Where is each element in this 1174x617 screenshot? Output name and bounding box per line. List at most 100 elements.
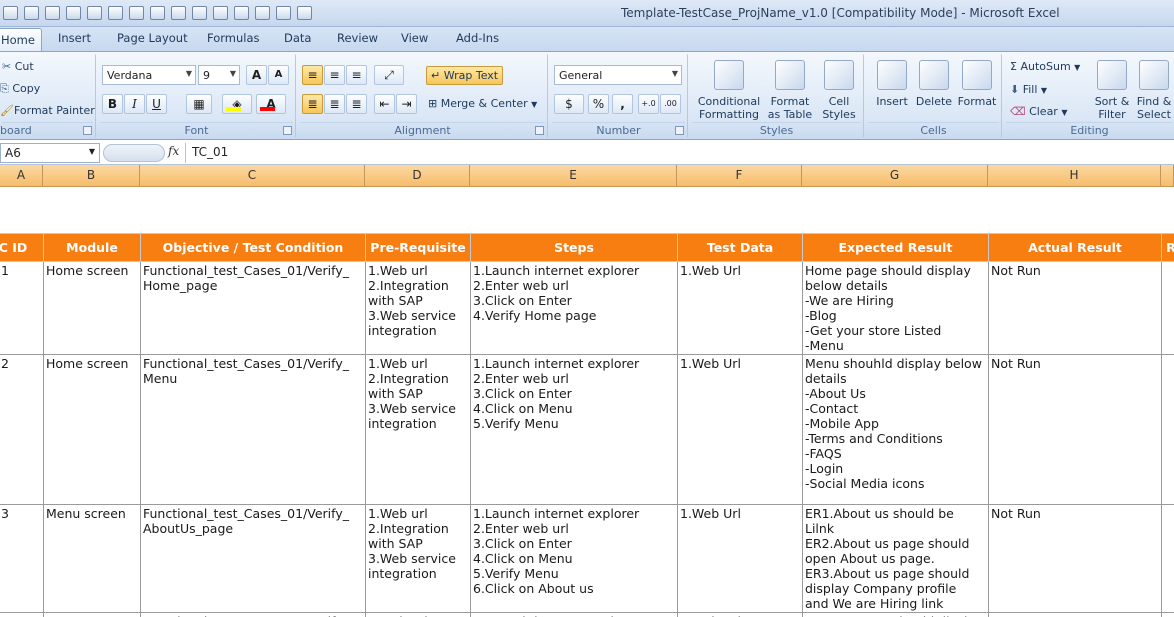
number-launcher[interactable] xyxy=(675,126,684,135)
column-header-f[interactable]: F xyxy=(677,165,802,187)
cell[interactable] xyxy=(44,187,141,233)
table-cell[interactable]: 1.Web url 2.Integration with SAP 3.Web s… xyxy=(366,261,471,354)
tools-icon[interactable] xyxy=(273,4,294,22)
borders-button[interactable]: ▦ xyxy=(186,94,212,114)
column-header-h[interactable]: H xyxy=(988,165,1161,187)
currency-button[interactable]: $ xyxy=(554,94,584,114)
clipboard-launcher[interactable] xyxy=(83,126,92,135)
conditional-formatting-button[interactable]: Conditional Formatting xyxy=(696,58,762,120)
table-cell[interactable]: Contact page should display xyxy=(803,612,989,617)
alignment-launcher[interactable] xyxy=(535,126,544,135)
table-cell[interactable]: Not Run xyxy=(989,354,1162,504)
header-cell[interactable]: Test Data xyxy=(678,233,803,261)
tab-review[interactable]: Review xyxy=(337,31,378,45)
delete-cells-button[interactable]: Delete xyxy=(914,58,954,120)
column-header-b[interactable]: B xyxy=(43,165,140,187)
image-icon[interactable] xyxy=(231,4,252,22)
sort-filter-button[interactable]: Sort & Filter xyxy=(1092,58,1132,120)
format-painter-icon[interactable] xyxy=(126,4,147,22)
clear-button[interactable]: ⌫ Clear ▼ xyxy=(1010,105,1068,118)
chart-icon[interactable] xyxy=(147,4,168,22)
decrease-decimal-button[interactable]: .00 xyxy=(660,94,681,114)
wrap-text-button[interactable]: ↵ Wrap Text xyxy=(426,66,503,85)
table-cell[interactable]: 1.Launch internet explorer 2.Enter web u… xyxy=(471,354,678,504)
fill-color-button[interactable]: ◈ xyxy=(222,94,252,114)
grow-font-button[interactable]: A xyxy=(246,65,267,85)
column-header-d[interactable]: D xyxy=(365,165,470,187)
table-cell[interactable]: Not Run xyxy=(989,504,1162,612)
font-color-button[interactable]: A xyxy=(256,94,286,114)
bold-button[interactable]: B xyxy=(102,94,123,114)
italic-button[interactable]: I xyxy=(124,94,145,114)
copy-button[interactable]: ⎘ Copy xyxy=(0,82,40,96)
table-cell[interactable]: Home screen xyxy=(44,261,141,354)
column-header-a[interactable]: A xyxy=(0,165,43,187)
formula-bar-grip[interactable] xyxy=(103,144,165,162)
table-cell[interactable]: Menu screen xyxy=(44,504,141,612)
align-left-button[interactable]: ≣ xyxy=(302,94,323,114)
align-middle-button[interactable]: ≡ xyxy=(324,65,345,85)
table-cell[interactable]: 1.Launch internet explorer 2.Enter web u… xyxy=(471,261,678,354)
header-cell[interactable]: Module xyxy=(44,233,141,261)
align-bottom-button[interactable]: ≡ xyxy=(346,65,367,85)
underline-button[interactable]: U xyxy=(146,94,167,114)
table-cell[interactable] xyxy=(1162,612,1174,617)
font-size-combo[interactable]: 9▼ xyxy=(198,65,240,85)
cut-button[interactable]: ✂ Cut xyxy=(2,60,34,73)
cell[interactable] xyxy=(803,187,989,233)
table-cell[interactable]: 1.Web url 2.Integration with SAP 3.Web s… xyxy=(366,504,471,612)
customize-icon[interactable] xyxy=(294,4,315,22)
formula-input[interactable]: TC_01 xyxy=(185,143,1174,163)
table-cell[interactable]: 1.Web url 2.Integration with SAP 3.Web s… xyxy=(366,354,471,504)
number-format-combo[interactable]: General▼ xyxy=(554,65,682,85)
cell[interactable] xyxy=(989,187,1162,233)
format-painter-button[interactable]: 🖌Format Painter xyxy=(0,104,95,117)
table-cell[interactable] xyxy=(989,612,1162,617)
header-cell[interactable]: Objective / Test Condition xyxy=(141,233,366,261)
column-header-e[interactable]: E xyxy=(470,165,677,187)
tab-formulas[interactable]: Formulas xyxy=(207,31,260,45)
table-cell[interactable]: Functional_test_Cases_01/Verify_ Menu xyxy=(141,354,366,504)
table-cell[interactable]: 1.Web Url xyxy=(678,261,803,354)
insert-function-icon[interactable]: fx xyxy=(168,144,179,158)
table-cell[interactable]: Functional_test_Cases_01/Verify_ Home_pa… xyxy=(141,261,366,354)
table-cell[interactable]: 2 xyxy=(0,354,44,504)
increase-indent-button[interactable]: ⇥ xyxy=(396,94,417,114)
table-cell[interactable]: 1.Web Url xyxy=(678,354,803,504)
header-cell[interactable]: Expected Result xyxy=(803,233,989,261)
tab-page-layout[interactable]: Page Layout xyxy=(117,31,188,45)
align-right-button[interactable]: ≣ xyxy=(346,94,367,114)
header-cell[interactable]: Pre-Requisite xyxy=(366,233,471,261)
table-cell[interactable]: Home screen xyxy=(44,354,141,504)
save-icon[interactable] xyxy=(0,4,21,22)
form-icon[interactable] xyxy=(210,4,231,22)
fill-button[interactable]: ⬇ Fill ▼ xyxy=(1010,83,1047,96)
cell[interactable] xyxy=(1162,187,1174,233)
cell[interactable] xyxy=(471,187,678,233)
font-launcher[interactable] xyxy=(283,126,292,135)
table-cell[interactable]: 3 xyxy=(0,504,44,612)
cell-styles-button[interactable]: Cell Styles xyxy=(818,58,860,120)
cell[interactable] xyxy=(0,187,44,233)
table-cell[interactable] xyxy=(1162,504,1174,612)
table-cell[interactable] xyxy=(1162,354,1174,504)
table-cell[interactable]: 1.Web Url xyxy=(678,504,803,612)
shrink-font-button[interactable]: A xyxy=(268,65,289,85)
find-select-button[interactable]: Find & Select xyxy=(1134,58,1174,120)
worksheet-grid[interactable]: C IDModuleObjective / Test ConditionPre-… xyxy=(0,187,1174,617)
table-cell[interactable]: ER1.About us should be Lilnk ER2.About u… xyxy=(803,504,989,612)
table-cell[interactable]: 4 xyxy=(0,612,44,617)
orientation-button[interactable]: ⤢ xyxy=(374,65,404,85)
table-cell[interactable]: 1 xyxy=(0,261,44,354)
table-cell[interactable]: 1.Web url xyxy=(366,612,471,617)
header-cell[interactable]: Actual Result xyxy=(989,233,1162,261)
cell[interactable] xyxy=(141,187,366,233)
header-cell[interactable]: R xyxy=(1162,233,1174,261)
table-cell[interactable]: Home page should display below details -… xyxy=(803,261,989,354)
spell-check-icon[interactable] xyxy=(84,4,105,22)
table-cell[interactable]: Functional_test_Cases_01/Verify_ xyxy=(141,612,366,617)
format-cells-button[interactable]: Format xyxy=(956,58,998,120)
undo-icon[interactable] xyxy=(21,4,42,22)
align-top-button[interactable]: ≡ xyxy=(302,65,323,85)
name-box[interactable]: A6▼ xyxy=(0,143,100,163)
